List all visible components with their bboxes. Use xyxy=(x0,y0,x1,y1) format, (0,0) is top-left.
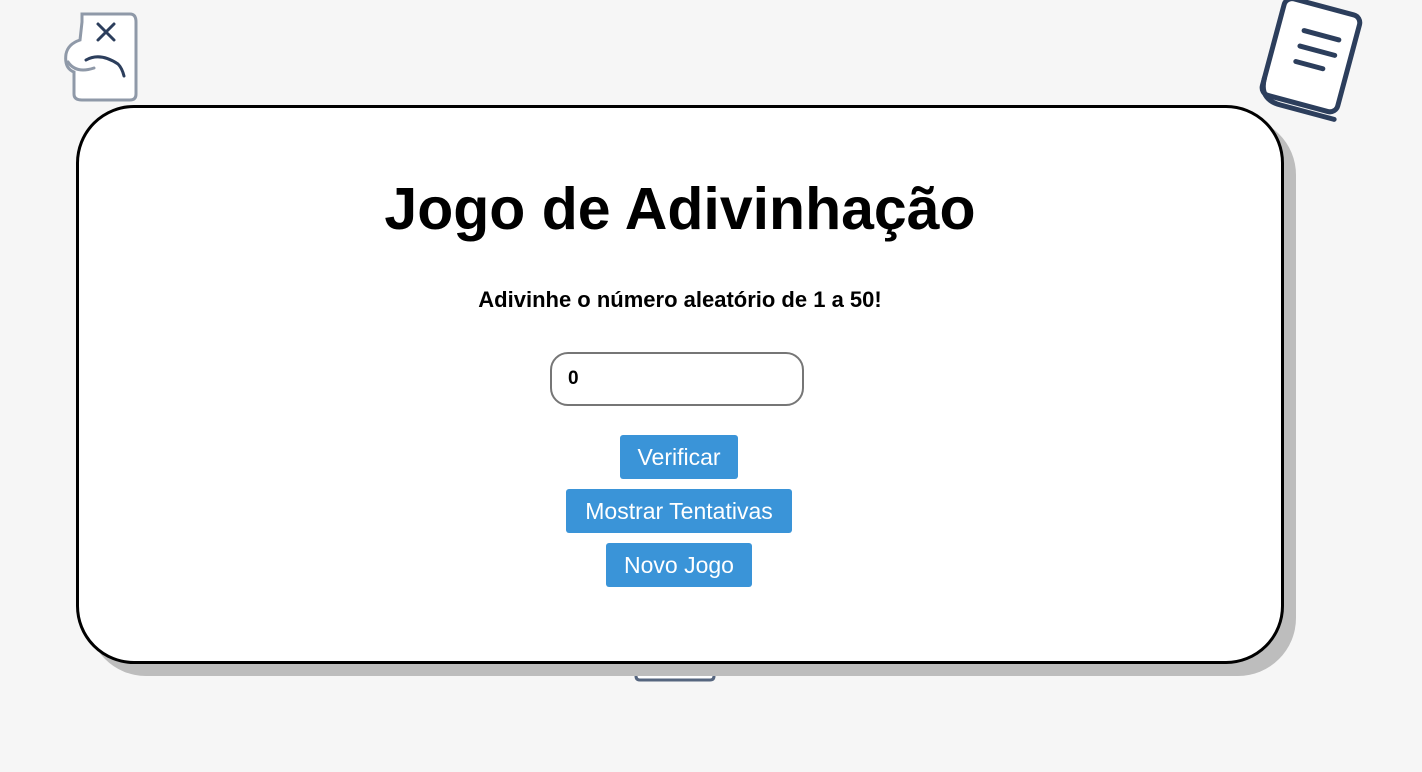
new-game-button[interactable]: Novo Jogo xyxy=(606,543,752,587)
book-icon xyxy=(1259,0,1363,122)
show-attempts-button[interactable]: Mostrar Tentativas xyxy=(566,489,792,533)
guess-input[interactable] xyxy=(550,352,804,406)
page-title: Jogo de Adivinhação xyxy=(384,176,976,242)
game-card: Jogo de Adivinhação Adivinhe o número al… xyxy=(76,105,1284,664)
instruction-text: Adivinhe o número aleatório de 1 a 50! xyxy=(478,287,882,312)
verify-button[interactable]: Verificar xyxy=(620,435,738,479)
jar-icon xyxy=(64,12,138,102)
